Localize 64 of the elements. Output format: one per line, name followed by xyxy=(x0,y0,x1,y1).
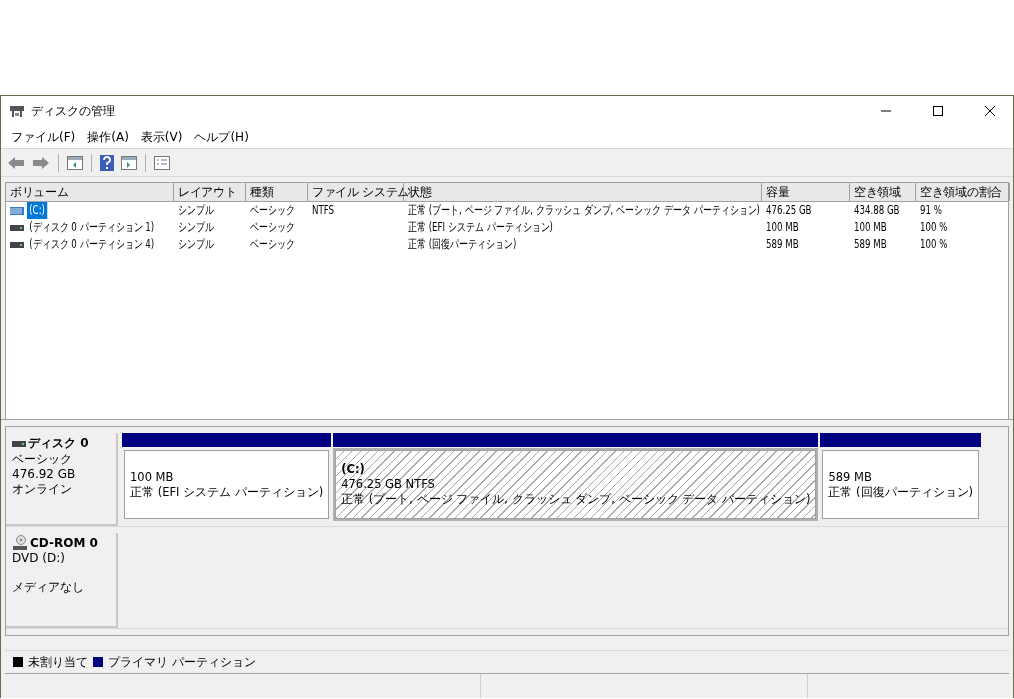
partition-detail: 正常 (ブート, ページ ファイル, クラッシュ ダンプ, ベーシック データ パーティション) xyxy=(341,492,811,507)
partition-block[interactable]: (C:) 476.25 GB NTFS 正常 (ブート, ページ ファイル, クラッシュ ダンプ, ベーシック データ パーティション) xyxy=(335,450,817,519)
table-cell: 100 MB xyxy=(766,219,799,236)
menu-item[interactable]: 操作(A) xyxy=(81,126,135,148)
partition-detail: 589 MB xyxy=(828,469,873,485)
disk-management-icon xyxy=(9,104,25,118)
action-pane-button[interactable] xyxy=(119,153,139,172)
table-cell: 476.25 GB xyxy=(766,202,812,219)
help-button[interactable] xyxy=(98,152,116,173)
menu-item[interactable]: 表示(V) xyxy=(134,126,189,148)
legend-label: 未割り当て xyxy=(28,654,88,670)
table-cell: NTFS xyxy=(312,202,334,219)
window-title: ディスクの管理 xyxy=(31,102,116,120)
table-cell: 100 % xyxy=(920,236,948,253)
close-icon xyxy=(985,106,995,116)
cd-drive-icon xyxy=(12,535,28,551)
volume-row[interactable]: (ディスク 0 パーティション 1) シンプル ベーシック 正常 (EFI システム パーティション) 100 MB 100 MB 100 % xyxy=(6,219,1008,236)
column-header[interactable]: 容量 xyxy=(762,183,850,201)
table-cell: 434.88 GB xyxy=(854,202,900,219)
table-cell: 正常 (回復パーティション) xyxy=(408,236,517,253)
column-header[interactable]: ボリューム xyxy=(6,183,174,201)
partition-block[interactable]: 589 MB 正常 (回復パーティション) xyxy=(822,450,980,519)
partition-detail: 正常 (回復パーティション) xyxy=(828,484,974,500)
table-cell: シンプル xyxy=(178,236,214,253)
column-header[interactable]: レイアウト xyxy=(174,183,246,201)
partition-block[interactable]: 100 MB 正常 (EFI システム パーティション) xyxy=(124,450,330,519)
volume-name[interactable]: (ディスク 0 パーティション 1) xyxy=(27,219,157,236)
volume-name[interactable]: (ディスク 0 パーティション 4) xyxy=(27,236,157,253)
maximize-icon xyxy=(933,106,943,116)
column-header[interactable]: 種類 xyxy=(246,183,308,201)
table-cell: 91 % xyxy=(920,202,942,219)
table-cell: シンプル xyxy=(178,219,214,236)
volume-name[interactable]: (C:) xyxy=(27,202,48,219)
legend-label: プライマリ パーティション xyxy=(108,654,256,670)
disk-detail: DVD (D:) xyxy=(12,551,65,565)
volume-icon xyxy=(10,206,24,215)
disk-detail: 476.92 GB xyxy=(12,467,76,481)
column-header[interactable]: 空き領域 xyxy=(850,183,916,201)
menu-item[interactable]: ヘルプ(H) xyxy=(188,126,255,148)
table-cell: 正常 (EFI システム パーティション) xyxy=(408,219,553,236)
properties-button[interactable] xyxy=(152,153,172,172)
console-tree-button[interactable] xyxy=(65,153,85,172)
partition-detail: 正常 (EFI システム パーティション) xyxy=(130,484,324,500)
table-cell: 589 MB xyxy=(854,236,887,253)
table-cell: ベーシック xyxy=(250,219,295,236)
menu-item[interactable]: ファイル(F) xyxy=(5,126,82,148)
table-cell: ベーシック xyxy=(250,202,295,219)
partition-title: (C:) xyxy=(341,462,366,477)
column-header[interactable]: 空き領域の割合 xyxy=(916,183,1010,201)
table-cell: 100 % xyxy=(920,219,948,236)
disk-name: ディスク 0 xyxy=(28,435,89,452)
partition-detail: 476.25 GB NTFS xyxy=(341,477,436,492)
table-cell: シンプル xyxy=(178,202,214,219)
disk-detail: ベーシック xyxy=(12,452,72,466)
volume-row[interactable]: (C:) シンプル ベーシック NTFS 正常 (ブート, ページ ファイル, クラッシュ ダンプ, ベーシック データ パーティション) 476.25 GB 434.88 GB 91 % xyxy=(6,202,1008,219)
table-cell: 589 MB xyxy=(766,236,799,253)
table-cell: 正常 (ブート, ページ ファイル, クラッシュ ダンプ, ベーシック データ パーティション) xyxy=(408,202,760,219)
partition-detail: 100 MB xyxy=(130,469,175,485)
disk-detail: メディアなし xyxy=(12,580,84,594)
table-cell: 100 MB xyxy=(854,219,887,236)
table-cell: ベーシック xyxy=(250,236,295,253)
volume-row[interactable]: (ディスク 0 パーティション 4) シンプル ベーシック 正常 (回復パーティション) 589 MB 589 MB 100 % xyxy=(6,236,1008,253)
disk-detail: オンライン xyxy=(12,482,72,496)
disk-name: CD-ROM 0 xyxy=(30,536,98,550)
